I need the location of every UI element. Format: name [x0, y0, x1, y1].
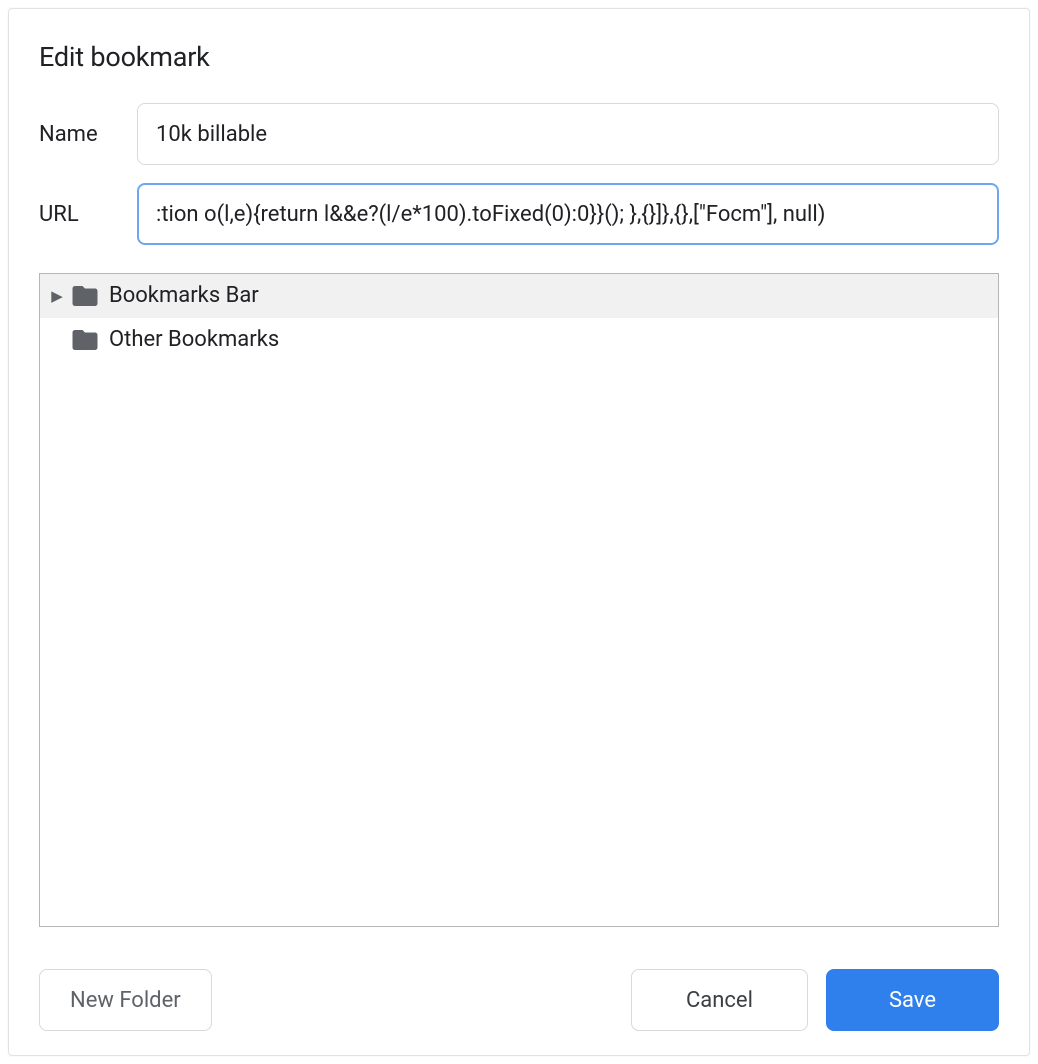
save-button[interactable]: Save — [826, 969, 999, 1031]
edit-bookmark-dialog: Edit bookmark Name URL ▶ Bookmarks Bar ▶… — [8, 8, 1030, 1056]
dialog-title: Edit bookmark — [39, 41, 999, 73]
name-label: Name — [39, 122, 137, 147]
disclosure-triangle-icon[interactable]: ▶ — [48, 289, 66, 304]
new-folder-button[interactable]: New Folder — [39, 969, 212, 1031]
name-input[interactable] — [137, 103, 999, 165]
tree-item-label: Bookmarks Bar — [109, 285, 259, 307]
url-row: URL — [39, 183, 999, 245]
cancel-button[interactable]: Cancel — [631, 969, 808, 1031]
tree-item-label: Other Bookmarks — [109, 329, 279, 351]
url-label: URL — [39, 202, 137, 227]
folder-icon — [70, 325, 100, 355]
url-input[interactable] — [137, 183, 999, 245]
folder-icon — [70, 281, 100, 311]
folder-tree[interactable]: ▶ Bookmarks Bar ▶ Other Bookmarks — [39, 273, 999, 927]
name-row: Name — [39, 103, 999, 165]
tree-row-bookmarks-bar[interactable]: ▶ Bookmarks Bar — [40, 274, 998, 318]
tree-row-other-bookmarks[interactable]: ▶ Other Bookmarks — [40, 318, 998, 362]
dialog-buttons: New Folder Cancel Save — [39, 969, 999, 1031]
